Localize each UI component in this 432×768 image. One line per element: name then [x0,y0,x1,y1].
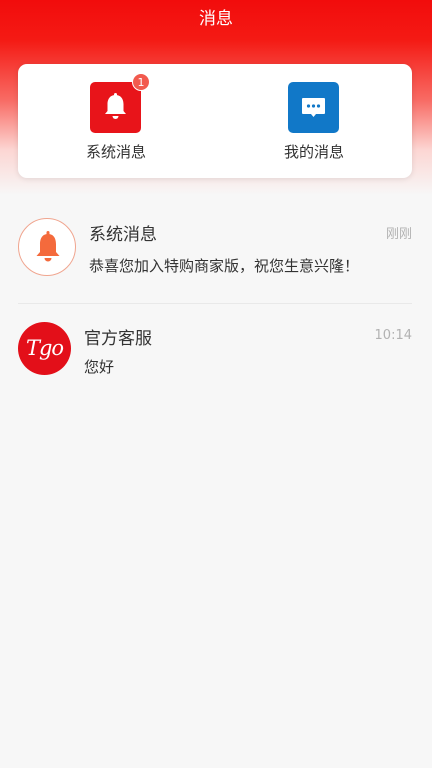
messages-screen: 消息 1 系统消息 我的消息 系统消息 刚刚 恭喜您加入特购商家版，祝您生意兴隆… [0,0,432,768]
quick-access-card: 1 系统消息 我的消息 [18,64,412,178]
message-preview: 您好 [84,358,115,376]
page-title: 消息 [199,9,233,29]
my-messages-shortcut[interactable]: 我的消息 [254,82,374,166]
system-messages-label: 系统消息 [85,143,146,161]
message-title: 系统消息 [89,225,157,245]
message-item-customer-service[interactable]: Tgo 官方客服 10:14 您好 [18,320,412,378]
tgo-logo-text: Tgo [25,336,64,360]
message-title: 官方客服 [84,329,152,349]
my-messages-label: 我的消息 [283,143,344,161]
unread-badge: 1 [132,73,150,91]
system-messages-shortcut[interactable]: 1 系统消息 [56,73,176,166]
chat-bubble-icon [288,82,339,133]
tgo-logo-avatar: Tgo [18,322,71,375]
bell-icon [36,231,60,262]
message-time: 刚刚 [385,227,412,242]
message-time: 10:14 [374,328,412,343]
message-preview: 恭喜您加入特购商家版，祝您生意兴隆！ [89,257,360,275]
message-item-system[interactable]: 系统消息 刚刚 恭喜您加入特购商家版，祝您生意兴隆！ [18,218,412,304]
bell-icon [90,82,141,133]
system-avatar [18,218,76,276]
